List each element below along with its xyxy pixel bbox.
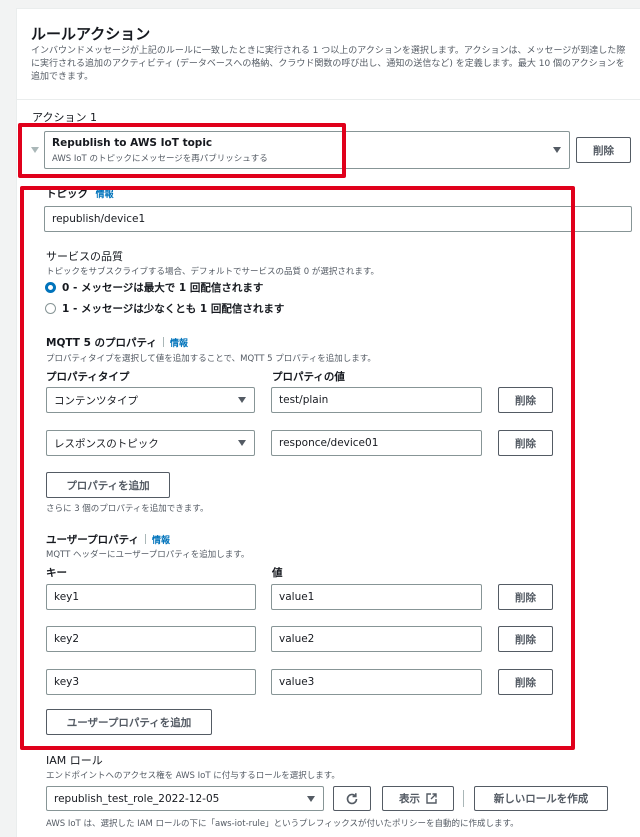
user-prop-value-input[interactable]: value2 — [271, 626, 482, 652]
iam-footnote: AWS IoT は、選択した IAM ロールの下に「aws-iot-rule」と… — [46, 819, 519, 829]
topic-label: トピック 情報 — [46, 186, 114, 201]
user-props-description: MQTT ヘッダーにユーザープロパティを追加します。 — [46, 550, 250, 560]
mqtt5-label-text: MQTT 5 のプロパティ — [46, 337, 157, 349]
value-header: 値 — [272, 567, 283, 579]
property-value-input[interactable]: responce/device01 — [271, 430, 482, 456]
user-prop-value-input[interactable]: value1 — [271, 584, 482, 610]
property-type-header: プロパティタイプ — [46, 371, 130, 383]
property-type-select[interactable]: レスポンスのトピック — [46, 430, 255, 456]
collapse-caret-icon[interactable] — [31, 147, 39, 153]
add-property-button[interactable]: プロパティを追加 — [46, 472, 170, 498]
qos-0-radio[interactable] — [45, 282, 56, 293]
refresh-button[interactable] — [333, 786, 371, 811]
mqtt5-description: プロパティタイプを選択して値を追加することで、MQTT 5 プロパティを追加しま… — [46, 354, 376, 364]
delete-action-button[interactable]: 削除 — [576, 137, 631, 163]
qos-1-radio[interactable] — [45, 303, 56, 314]
chevron-down-icon — [238, 440, 246, 446]
page-title: ルールアクション — [31, 25, 151, 43]
qos-0-label: 0 - メッセージは最大で 1 回配信されます — [62, 282, 264, 294]
action-label: アクション 1 — [32, 111, 97, 124]
user-prop-key-input[interactable]: key1 — [46, 584, 256, 610]
user-props-label-text: ユーザープロパティ — [46, 534, 140, 546]
chevron-down-icon — [307, 795, 315, 802]
external-link-icon — [426, 793, 437, 804]
chevron-down-icon — [553, 147, 561, 153]
key-header: キー — [46, 567, 67, 579]
delete-property-button[interactable]: 削除 — [498, 387, 553, 413]
refresh-icon — [346, 792, 358, 804]
qos-label: サービスの品質 — [46, 250, 123, 263]
iam-role-label: IAM ロール — [46, 754, 103, 767]
topic-label-text: トピック — [46, 188, 88, 200]
iam-role-description: エンドポイントへのアクセス権を AWS IoT に付与するロールを選択します。 — [46, 771, 340, 781]
action-select-title: Republish to AWS IoT topic — [52, 137, 213, 149]
mqtt5-separator — [162, 337, 164, 347]
property-type-value: コンテンツタイプ — [54, 394, 138, 407]
mqtt5-label: MQTT 5 のプロパティ 情報 — [46, 335, 188, 350]
view-role-label: 表示 — [399, 793, 420, 805]
property-value-header: プロパティの値 — [272, 371, 345, 383]
panel-header: ルールアクション インバウンドメッセージが上記のルールに一致したときに実行される… — [17, 9, 640, 100]
user-prop-key-input[interactable]: key3 — [46, 669, 256, 695]
chevron-down-icon — [238, 397, 246, 403]
page-description: インバウンドメッセージが上記のルールに一致したときに実行される 1 つ以上のアク… — [31, 46, 626, 82]
delete-user-prop-button[interactable]: 削除 — [498, 669, 553, 695]
qos-description: トピックをサブスクライブする場合、デフォルトでサービスの品質 0 が選択されます… — [46, 267, 379, 277]
delete-user-prop-button[interactable]: 削除 — [498, 626, 553, 652]
action-type-select[interactable]: Republish to AWS IoT topic AWS IoT のトピック… — [44, 131, 570, 169]
create-role-button[interactable]: 新しいロールを作成 — [474, 786, 608, 811]
property-type-select[interactable]: コンテンツタイプ — [46, 387, 255, 413]
property-value-input[interactable]: test/plain — [271, 387, 482, 413]
qos-1-label: 1 - メッセージは少なくとも 1 回配信されます — [62, 303, 285, 315]
topic-info-link[interactable]: 情報 — [96, 190, 114, 200]
delete-property-button[interactable]: 削除 — [498, 430, 553, 456]
user-prop-key-input[interactable]: key2 — [46, 626, 256, 652]
property-type-value: レスポンスのトピック — [54, 437, 159, 450]
user-props-info-link[interactable]: 情報 — [152, 536, 170, 546]
action-select-subtitle: AWS IoT のトピックにメッセージを再パブリッシュする — [52, 154, 268, 164]
remaining-properties-note: さらに 3 個のプロパティを追加できます。 — [46, 504, 209, 514]
user-props-separator — [145, 534, 147, 544]
user-props-label: ユーザープロパティ 情報 — [46, 532, 170, 547]
button-divider — [463, 790, 464, 807]
add-user-property-button[interactable]: ユーザープロパティを追加 — [46, 709, 212, 735]
user-prop-value-input[interactable]: value3 — [271, 669, 482, 695]
iam-role-select[interactable]: republish_test_role_2022-12-05 — [46, 786, 324, 811]
iam-role-value: republish_test_role_2022-12-05 — [54, 792, 220, 805]
view-role-button[interactable]: 表示 — [382, 786, 454, 811]
topic-input[interactable]: republish/device1 — [44, 206, 632, 232]
delete-user-prop-button[interactable]: 削除 — [498, 584, 553, 610]
mqtt5-info-link[interactable]: 情報 — [170, 339, 188, 349]
